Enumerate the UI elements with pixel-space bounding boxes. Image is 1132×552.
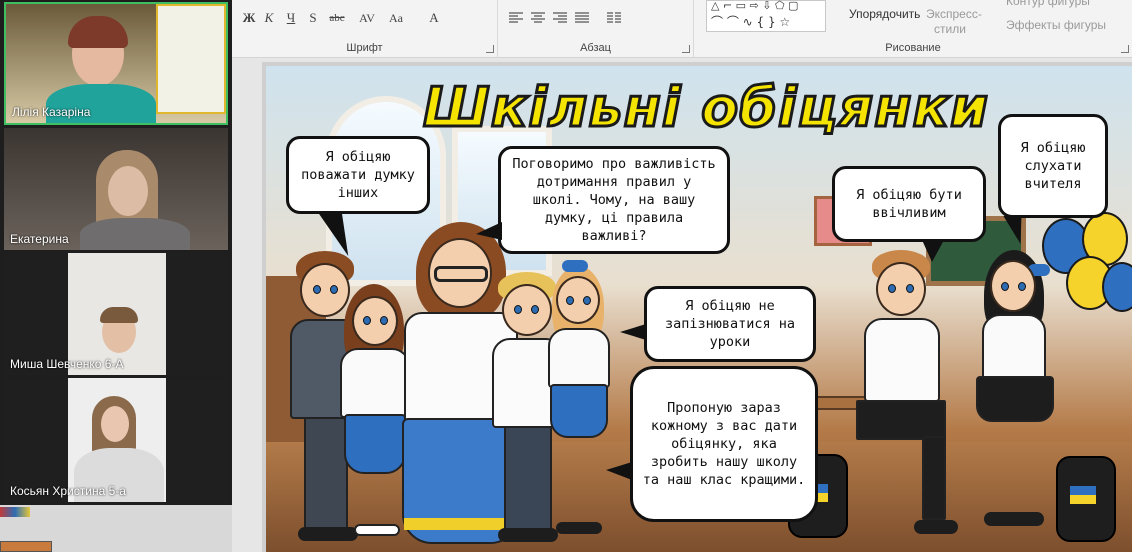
align-right-icon (553, 12, 567, 23)
participant-hair (68, 16, 128, 48)
girl-character (972, 250, 1062, 550)
character-spacing-button[interactable]: AV (356, 8, 378, 28)
drawing-group-label: Рисование (885, 42, 941, 54)
participant-tile[interactable]: Миша Шевченко 6-А (4, 253, 228, 375)
align-center-button[interactable] (530, 8, 546, 28)
speech-bubble-tail (476, 222, 502, 240)
speech-bubble-listen[interactable]: Я обіцяю слухати вчителя (998, 114, 1108, 218)
balloon-icon (1102, 262, 1132, 312)
italic-button[interactable]: К (262, 8, 276, 28)
participant-name: Екатерина (10, 232, 69, 246)
font-group: Ж К Ч S abc AV Aa A Шрифт (232, 0, 498, 58)
change-case-button[interactable]: Aa (384, 8, 408, 28)
slide-canvas[interactable]: Шкільні обіцянки Я обіцяю поважати думку… (266, 66, 1132, 552)
speech-bubble-teacher[interactable]: Поговоримо про важливість дотримання пра… (498, 146, 730, 254)
video-call-panel: Лілія Казаріна Екатерина Миша Шевченко 6… (0, 0, 232, 505)
speech-bubble-offer[interactable]: Пропоную зараз кожному з вас дати обіцян… (630, 366, 818, 522)
participant-name: Косьян Христина 5-а (10, 484, 126, 498)
align-left-button[interactable] (508, 8, 524, 28)
columns-button[interactable] (606, 8, 622, 28)
participant-tile[interactable]: Екатерина (4, 128, 228, 250)
participant-name: Лілія Казаріна (12, 105, 91, 119)
slide-thumbnails[interactable] (0, 505, 232, 552)
slide-thumbnail[interactable] (0, 507, 30, 517)
drawing-group: △ ⌐ ▭ ⇨ ⇩ ⬠ ▢ ⌒ ⌒ ∿ { } ☆ Упорядочить Эк… (694, 0, 1132, 58)
paragraph-dialog-launcher-icon[interactable] (682, 45, 690, 53)
speech-bubble-tail (620, 324, 646, 340)
participant-face-front (108, 166, 148, 216)
slide-title: Шкільні обіцянки (422, 75, 990, 141)
shadow-button[interactable]: S (306, 8, 320, 28)
girl-character (546, 260, 616, 552)
participant-tile[interactable]: Косьян Христина 5-а (4, 378, 228, 502)
participant-name: Миша Шевченко 6-А (10, 357, 124, 371)
justify-icon (575, 12, 589, 23)
participant-tile[interactable]: Лілія Казаріна (4, 2, 228, 125)
paragraph-group-label: Абзац (580, 42, 611, 54)
quick-styles-button-line2: стили (934, 22, 966, 36)
align-center-icon (531, 12, 545, 23)
clear-formatting-button[interactable]: A (422, 8, 446, 28)
paragraph-group: Абзац (498, 0, 694, 58)
backpack-icon (1056, 456, 1116, 542)
shape-effects-button[interactable]: Эффекты фигуры (1006, 18, 1106, 32)
glasses-icon (434, 266, 488, 282)
font-group-label: Шрифт (346, 42, 383, 54)
hair-bow-icon (562, 260, 588, 272)
shapes-gallery[interactable]: △ ⌐ ▭ ⇨ ⇩ ⬠ ▢ ⌒ ⌒ ∿ { } ☆ (706, 0, 826, 32)
bold-button[interactable]: Ж (242, 8, 256, 28)
speech-bubble-polite[interactable]: Я обіцяю бути ввічливим (832, 166, 986, 242)
participant-body (80, 218, 190, 250)
underline-button[interactable]: Ч (284, 8, 298, 28)
speech-bubble-tail (606, 462, 632, 480)
columns-icon (607, 12, 621, 23)
justify-button[interactable] (574, 8, 590, 28)
drawing-dialog-launcher-icon[interactable] (1121, 45, 1129, 53)
shapes-row-1: △ ⌐ ▭ ⇨ ⇩ ⬠ ▢ (711, 0, 799, 12)
participant-face-front (101, 406, 129, 442)
shape-outline-button[interactable]: Контур фигуры (1006, 0, 1090, 8)
speech-bubble-respect[interactable]: Я обіцяю поважати думку інших (286, 136, 430, 214)
wall-poster (156, 4, 226, 114)
font-dialog-launcher-icon[interactable] (486, 45, 494, 53)
slide-thumbnail[interactable] (0, 541, 52, 552)
participant-hair (100, 307, 138, 323)
shapes-row-2: ⌒ ⌒ ∿ { } ☆ (711, 15, 791, 29)
arrange-button[interactable]: Упорядочить (849, 7, 920, 21)
align-left-icon (509, 12, 523, 23)
boy-character (852, 250, 958, 550)
strikethrough-button[interactable]: abc (326, 8, 348, 28)
align-right-button[interactable] (552, 8, 568, 28)
speech-bubble-late[interactable]: Я обіцяю не запізнюватися на уроки (644, 286, 816, 362)
quick-styles-button[interactable]: Экспресс- (926, 7, 982, 21)
speech-bubble-tail (922, 240, 944, 262)
